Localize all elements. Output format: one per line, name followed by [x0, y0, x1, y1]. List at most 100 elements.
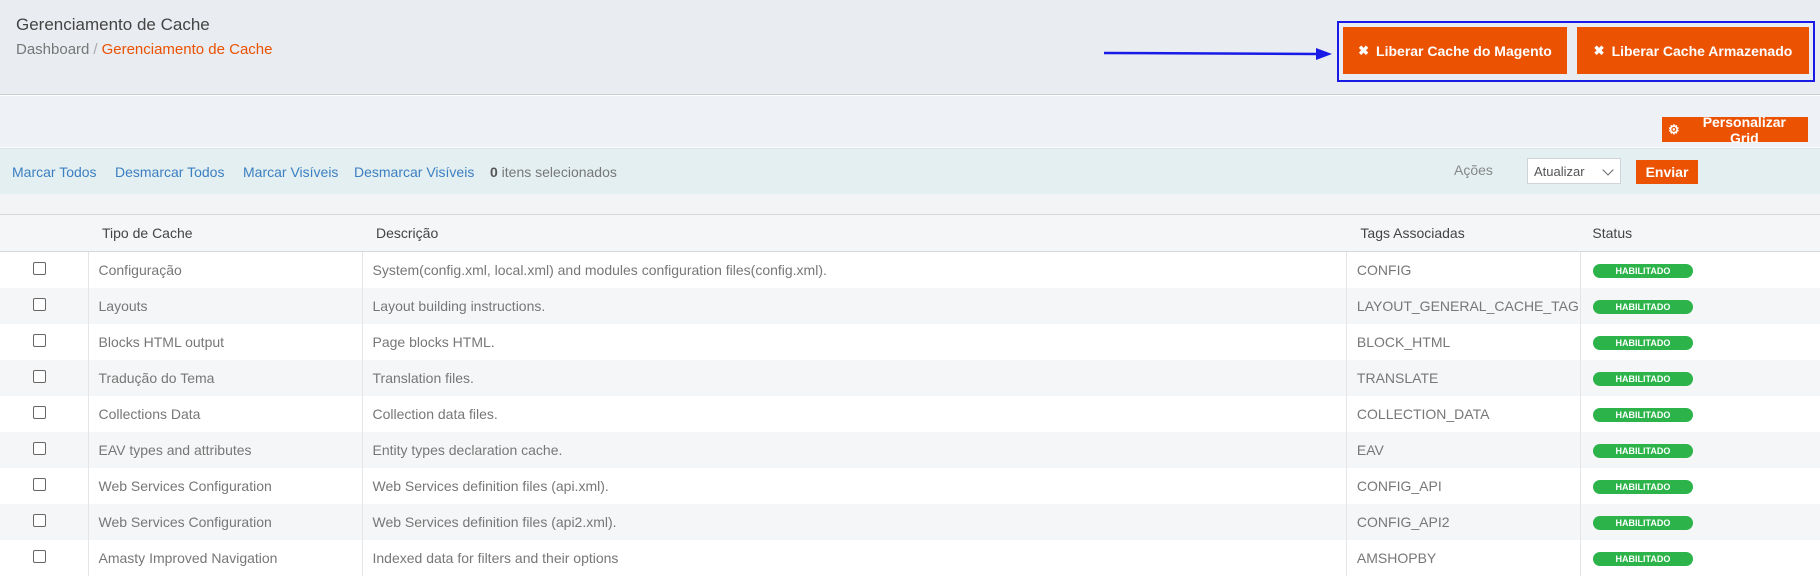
cell-cache-type: Configuração [87, 251, 362, 288]
status-badge: HABILITADO [1592, 408, 1693, 422]
cell-status: HABILITADO [1579, 503, 1820, 540]
cell-tags: COLLECTION_DATA [1345, 395, 1581, 432]
cell-status: HABILITADO [1579, 467, 1820, 504]
grid-header-row: Tipo de Cache Descrição Tags Associadas … [0, 214, 1820, 252]
status-badge: HABILITADO [1592, 372, 1693, 386]
breadcrumb: Dashboard / Gerenciamento de Cache [16, 41, 273, 58]
cell-status: HABILITADO [1579, 359, 1820, 396]
cell-cache-type: EAV types and attributes [87, 431, 362, 468]
row-checkbox[interactable] [33, 549, 46, 563]
header-checkbox-column [0, 214, 88, 252]
flush-magento-cache-label: Liberar Cache do Magento [1376, 42, 1552, 59]
cell-tags: CONFIG [1345, 251, 1581, 288]
table-row[interactable]: Blocks HTML output Page blocks HTML. BLOCK… [0, 323, 1820, 360]
cell-status: HABILITADO [1579, 431, 1820, 468]
row-checkbox-cell [0, 468, 88, 504]
status-badge: HABILITADO [1592, 336, 1693, 350]
table-row[interactable]: Amasty Improved Navigation Indexed data f… [0, 539, 1820, 576]
cell-status: HABILITADO [1579, 251, 1820, 288]
status-badge: HABILITADO [1592, 516, 1693, 530]
table-row[interactable]: Layouts Layout building instructions. LAYO… [0, 287, 1820, 324]
header-status[interactable]: Status [1580, 214, 1820, 252]
cell-tags: CONFIG_API [1345, 467, 1581, 504]
row-checkbox[interactable] [33, 405, 46, 419]
table-row[interactable]: EAV types and attributes Entity types dec… [0, 431, 1820, 468]
row-checkbox[interactable] [33, 297, 46, 311]
status-badge: HABILITADO [1592, 264, 1693, 279]
cell-status: HABILITADO [1579, 395, 1820, 432]
submit-button[interactable]: Enviar [1636, 160, 1698, 184]
select-visible-link[interactable]: Marcar Visíveis [243, 164, 338, 180]
header-cache-type[interactable]: Tipo de Cache [88, 214, 362, 252]
close-icon: ✖ [1593, 42, 1605, 58]
breadcrumb-separator: / [93, 41, 98, 58]
flush-magento-cache-button[interactable]: ✖ Liberar Cache do Magento [1343, 27, 1567, 74]
table-row[interactable]: Configuração System(config.xml, local.xml… [0, 251, 1820, 288]
table-row[interactable]: Tradução do Tema Translation files. TRANSL… [0, 359, 1820, 396]
gear-icon: ⚙ [1668, 121, 1680, 137]
cell-status: HABILITADO [1579, 539, 1820, 576]
cell-description: Collection data files. [361, 395, 1347, 432]
cell-tags: CONFIG_API2 [1345, 503, 1581, 540]
row-checkbox[interactable] [33, 369, 46, 383]
row-checkbox[interactable] [33, 333, 46, 347]
table-row[interactable]: Collections Data Collection data files. CO… [0, 395, 1820, 432]
chevron-down-icon [1602, 164, 1614, 176]
cell-cache-type: Web Services Configuration [87, 503, 362, 540]
cell-tags: AMSHOPBY [1345, 539, 1581, 576]
cell-cache-type: Layouts [87, 287, 362, 324]
selected-count-suffix: itens selecionados [497, 164, 617, 180]
row-checkbox[interactable] [33, 513, 46, 527]
cell-description: Translation files. [361, 359, 1347, 396]
cell-description: System(config.xml, local.xml) and module… [361, 251, 1347, 288]
status-badge: HABILITADO [1592, 300, 1693, 314]
flush-storage-cache-label: Liberar Cache Armazenado [1611, 42, 1793, 59]
actions-label: Ações [1454, 162, 1493, 178]
selected-count: 0 itens selecionados [490, 164, 617, 180]
cell-cache-type: Tradução do Tema [87, 359, 362, 396]
cell-tags: BLOCK_HTML [1345, 323, 1581, 360]
cell-description: Indexed data for filters and their optio… [361, 539, 1347, 576]
row-checkbox-cell [0, 503, 88, 540]
row-checkbox[interactable] [33, 261, 46, 275]
breadcrumb-current[interactable]: Gerenciamento de Cache [102, 41, 273, 58]
cell-tags: LAYOUT_GENERAL_CACHE_TAG [1345, 287, 1581, 324]
cell-description: Web Services definition files (api2.xml)… [361, 503, 1347, 540]
page-title: Gerenciamento de Cache [16, 15, 210, 34]
table-row[interactable]: Web Services Configuration Web Services d… [0, 503, 1820, 540]
actions-select[interactable]: Atualizar [1527, 158, 1621, 184]
cell-description: Layout building instructions. [361, 287, 1347, 324]
header-description[interactable]: Descrição [362, 214, 1347, 252]
header-tags[interactable]: Tags Associadas [1346, 214, 1581, 252]
row-checkbox-cell [0, 252, 88, 288]
breadcrumb-dashboard[interactable]: Dashboard [16, 41, 89, 58]
cell-status: HABILITADO [1579, 287, 1820, 324]
table-row[interactable]: Web Services Configuration Web Services d… [0, 467, 1820, 504]
unselect-all-link[interactable]: Desmarcar Todos [115, 164, 224, 180]
close-icon: ✖ [1358, 42, 1370, 58]
row-checkbox-cell [0, 431, 88, 468]
cell-description: Entity types declaration cache. [361, 431, 1347, 468]
row-checkbox[interactable] [33, 441, 46, 455]
customize-grid-button[interactable]: ⚙ Personalizar Grid [1662, 114, 1808, 146]
row-checkbox-cell [0, 287, 88, 324]
flush-storage-cache-button[interactable]: ✖ Liberar Cache Armazenado [1577, 27, 1809, 74]
cell-description: Web Services definition files (api.xml). [361, 467, 1347, 504]
annotation-arrow-icon [1104, 48, 1332, 60]
row-checkbox-cell [0, 359, 88, 396]
row-checkbox[interactable] [33, 477, 46, 491]
status-badge: HABILITADO [1592, 480, 1693, 494]
massaction-bar: Marcar Todos Desmarcar Todos Marcar Visí… [0, 148, 1820, 194]
cell-status: HABILITADO [1579, 323, 1820, 360]
grid-toolbar [0, 96, 1820, 147]
select-all-link[interactable]: Marcar Todos [12, 164, 97, 180]
row-checkbox-cell [0, 540, 88, 576]
status-badge: HABILITADO [1592, 444, 1693, 458]
cell-cache-type: Amasty Improved Navigation [87, 539, 362, 576]
row-checkbox-cell [0, 396, 88, 432]
cell-tags: TRANSLATE [1345, 359, 1581, 396]
cell-description: Page blocks HTML. [361, 323, 1347, 360]
cell-cache-type: Blocks HTML output [87, 323, 362, 360]
unselect-visible-link[interactable]: Desmarcar Visíveis [354, 164, 474, 180]
status-badge: HABILITADO [1592, 552, 1693, 566]
